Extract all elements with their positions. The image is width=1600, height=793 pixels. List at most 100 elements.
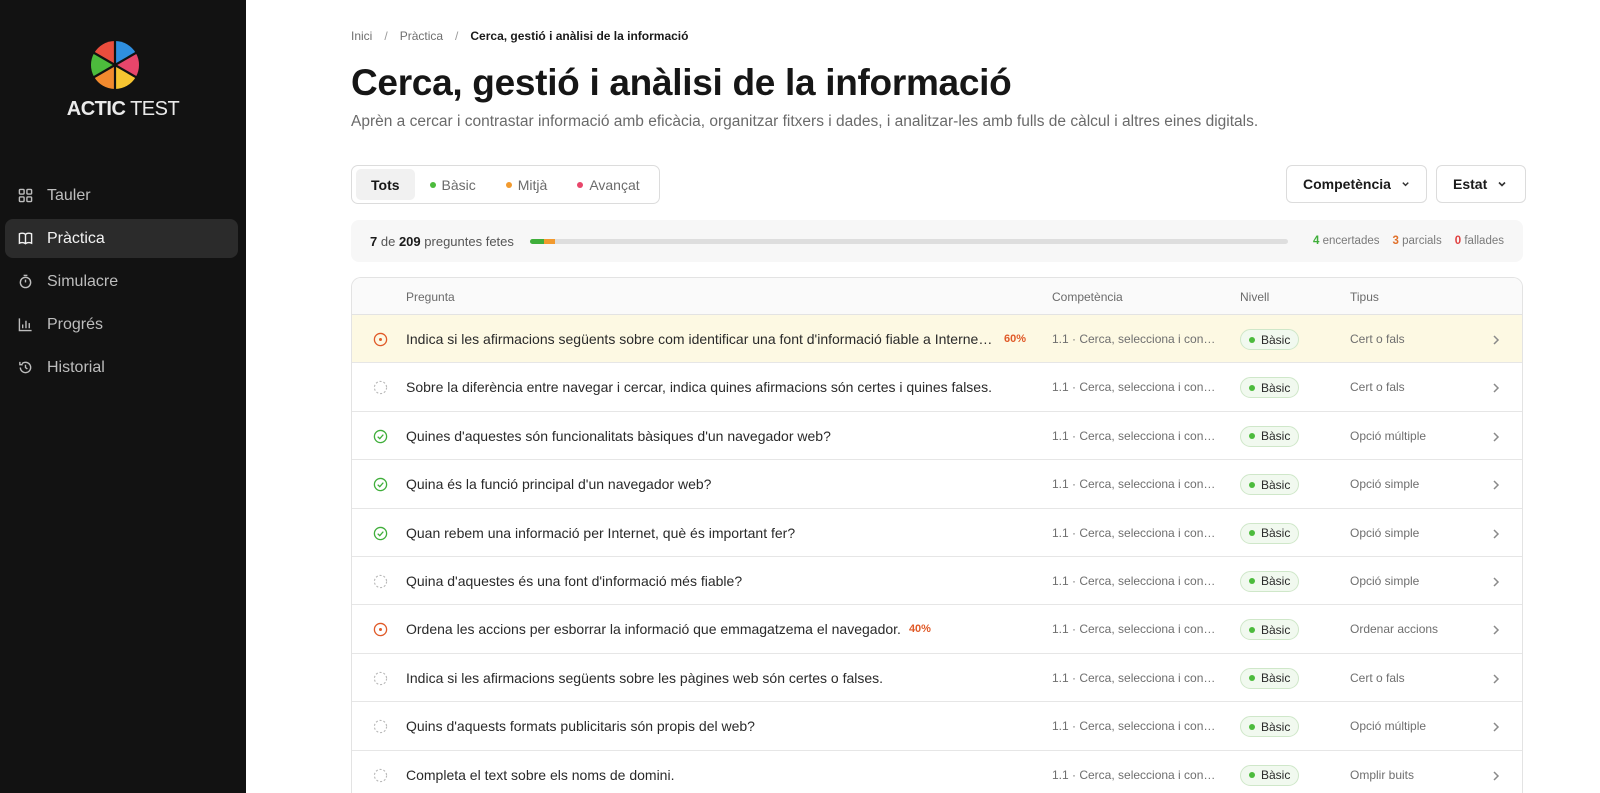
type-cell: Opció simple: [1350, 573, 1420, 588]
filter-tab-tots[interactable]: Tots: [356, 169, 415, 200]
basic-dot-icon: [1249, 433, 1255, 440]
header-level: Nivell: [1240, 290, 1270, 304]
progress-summary: 7 de 209 preguntes fetes 4 encertades 3 …: [351, 220, 1523, 262]
level-filter: Tots Bàsic Mitjà Avançat: [351, 165, 660, 204]
dashboard-icon: [17, 188, 33, 204]
question-cell: Ordena les accions per esborrar la infor…: [406, 621, 931, 637]
question-text: Ordena les accions per esborrar la infor…: [406, 621, 901, 638]
correct-status-icon: [373, 477, 388, 492]
question-text: Sobre la diferència entre navegar i cerc…: [406, 379, 992, 396]
basic-dot-icon: [1249, 675, 1255, 682]
type-cell: Omplir buits: [1350, 767, 1415, 782]
question-cell: Quines d'aquestes són funcionalitats bàs…: [406, 428, 831, 444]
table-row[interactable]: Quina d'aquestes és una font d'informaci…: [352, 557, 1522, 606]
level-badge: Bàsic: [1240, 667, 1300, 689]
question-cell: Completa el text sobre els noms de domin…: [406, 767, 674, 783]
basic-dot-icon: [1249, 481, 1255, 488]
basic-dot-icon: [1249, 530, 1255, 537]
type-cell: Cert o fals: [1350, 670, 1405, 685]
table-body: Indica si les afirmacions següents sobre…: [352, 315, 1522, 793]
sidebar-item-practica[interactable]: Pràctica: [5, 219, 238, 258]
table-row[interactable]: Completa el text sobre els noms de domin…: [352, 751, 1522, 793]
type-cell: Opció múltiple: [1350, 428, 1427, 443]
score-badge: 60%: [1004, 333, 1027, 345]
level-badge: Bàsic: [1240, 522, 1300, 544]
table-row[interactable]: Quins d'aquests formats publicitaris són…: [352, 702, 1522, 751]
table-row[interactable]: Indica si les afirmacions següents sobre…: [352, 654, 1522, 703]
level-badge: Bàsic: [1240, 716, 1300, 738]
table-row[interactable]: Quina és la funció principal d'un navega…: [352, 460, 1522, 509]
question-cell: Quan rebem una informació per Internet, …: [406, 525, 795, 541]
pending-status-icon: [373, 768, 388, 783]
question-text: Quan rebem una informació per Internet, …: [406, 524, 796, 541]
breadcrumb: Inici / Pràctica / Cerca, gestió i anàli…: [351, 29, 688, 43]
sidebar-item-label: Progrés: [47, 315, 104, 333]
competence-cell: 1.1 · Cerca, selecciona i contr…: [1052, 767, 1218, 782]
chevron-right-icon: [1491, 333, 1501, 345]
level-badge: Bàsic: [1240, 425, 1300, 447]
table-row[interactable]: Sobre la diferència entre navegar i cerc…: [352, 363, 1522, 412]
breadcrumb-separator: /: [384, 29, 388, 43]
chevron-right-icon: [1491, 720, 1501, 732]
question-cell: Quina d'aquestes és una font d'informaci…: [406, 573, 742, 589]
level-badge: Bàsic: [1240, 764, 1300, 786]
competencia-dropdown[interactable]: Competència: [1286, 165, 1427, 203]
stat-partial: 3 parcials: [1392, 235, 1442, 247]
type-cell: Opció simple: [1350, 525, 1420, 540]
basic-dot-icon: [429, 181, 436, 188]
question-text: Indica si les afirmacions següents sobre…: [406, 331, 996, 347]
competence-cell: 1.1 · Cerca, selecciona i contr…: [1052, 380, 1218, 395]
chevron-right-icon: [1491, 430, 1501, 442]
sidebar-item-label: Historial: [47, 358, 105, 376]
table-row[interactable]: Indica si les afirmacions següents sobre…: [352, 315, 1522, 364]
breadcrumb-item-current: Cerca, gestió i anàlisi de la informació: [470, 29, 689, 43]
filter-tab-mitja[interactable]: Mitjà: [491, 169, 563, 200]
question-text: Quins d'aquests formats publicitaris són…: [406, 718, 755, 735]
sidebar-item-historial[interactable]: Historial: [5, 348, 238, 387]
header-question: Pregunta: [406, 290, 455, 304]
header-competence: Competència: [1052, 290, 1123, 304]
breadcrumb-item-inici[interactable]: Inici: [351, 29, 372, 43]
chevron-right-icon: [1491, 527, 1501, 539]
table-row[interactable]: Ordena les accions per esborrar la infor…: [352, 605, 1522, 654]
question-text: Completa el text sobre els noms de domin…: [406, 766, 675, 783]
breadcrumb-separator: /: [455, 29, 459, 43]
level-badge: Bàsic: [1240, 570, 1300, 592]
stat-failed: 0 fallades: [1454, 235, 1504, 247]
progress-track: [529, 238, 1288, 244]
partial-status-icon: [373, 622, 388, 637]
filter-tab-avancat[interactable]: Avançat: [562, 169, 654, 200]
table-row[interactable]: Quan rebem una informació per Internet, …: [352, 509, 1522, 557]
correct-status-icon: [373, 526, 388, 541]
competence-cell: 1.1 · Cerca, selecciona i contr…: [1052, 477, 1218, 492]
correct-status-icon: [373, 429, 388, 444]
sidebar-item-progres[interactable]: Progrés: [5, 305, 238, 344]
chevron-right-icon: [1491, 769, 1501, 781]
filter-tab-basic[interactable]: Bàsic: [415, 169, 491, 200]
sidebar-item-label: Simulacre: [47, 272, 119, 290]
stopwatch-icon: [17, 274, 33, 290]
mitja-dot-icon: [505, 181, 512, 188]
partial-status-icon: [373, 332, 388, 347]
chevron-right-icon: [1491, 623, 1501, 635]
stat-correct: 4 encertades: [1312, 235, 1380, 247]
question-text: Quina és la funció principal d'un navega…: [406, 476, 712, 493]
competence-cell: 1.1 · Cerca, selecciona i contr…: [1052, 719, 1218, 734]
progress-text: 7 de 209 preguntes fetes: [370, 233, 514, 249]
question-cell: Indica si les afirmacions següents sobre…: [406, 331, 1026, 347]
estat-dropdown[interactable]: Estat: [1436, 165, 1526, 203]
sidebar-item-simulacre[interactable]: Simulacre: [5, 262, 238, 301]
basic-dot-icon: [1249, 384, 1255, 391]
sidebar-nav: Tauler Pràctica Simulacre Progrés Histor…: [5, 176, 238, 391]
header-type: Tipus: [1350, 290, 1379, 304]
question-cell: Quina és la funció principal d'un navega…: [406, 476, 711, 492]
sidebar-item-label: Tauler: [47, 186, 91, 204]
sidebar-item-tauler[interactable]: Tauler: [5, 176, 238, 215]
basic-dot-icon: [1249, 336, 1255, 343]
page-title: Cerca, gestió i anàlisi de la informació: [351, 62, 1012, 103]
pending-status-icon: [373, 380, 388, 395]
type-cell: Cert o fals: [1350, 332, 1405, 346]
table-row[interactable]: Quines d'aquestes són funcionalitats bàs…: [352, 412, 1522, 461]
level-badge: Bàsic: [1240, 377, 1300, 399]
breadcrumb-item-practica[interactable]: Pràctica: [400, 29, 443, 43]
